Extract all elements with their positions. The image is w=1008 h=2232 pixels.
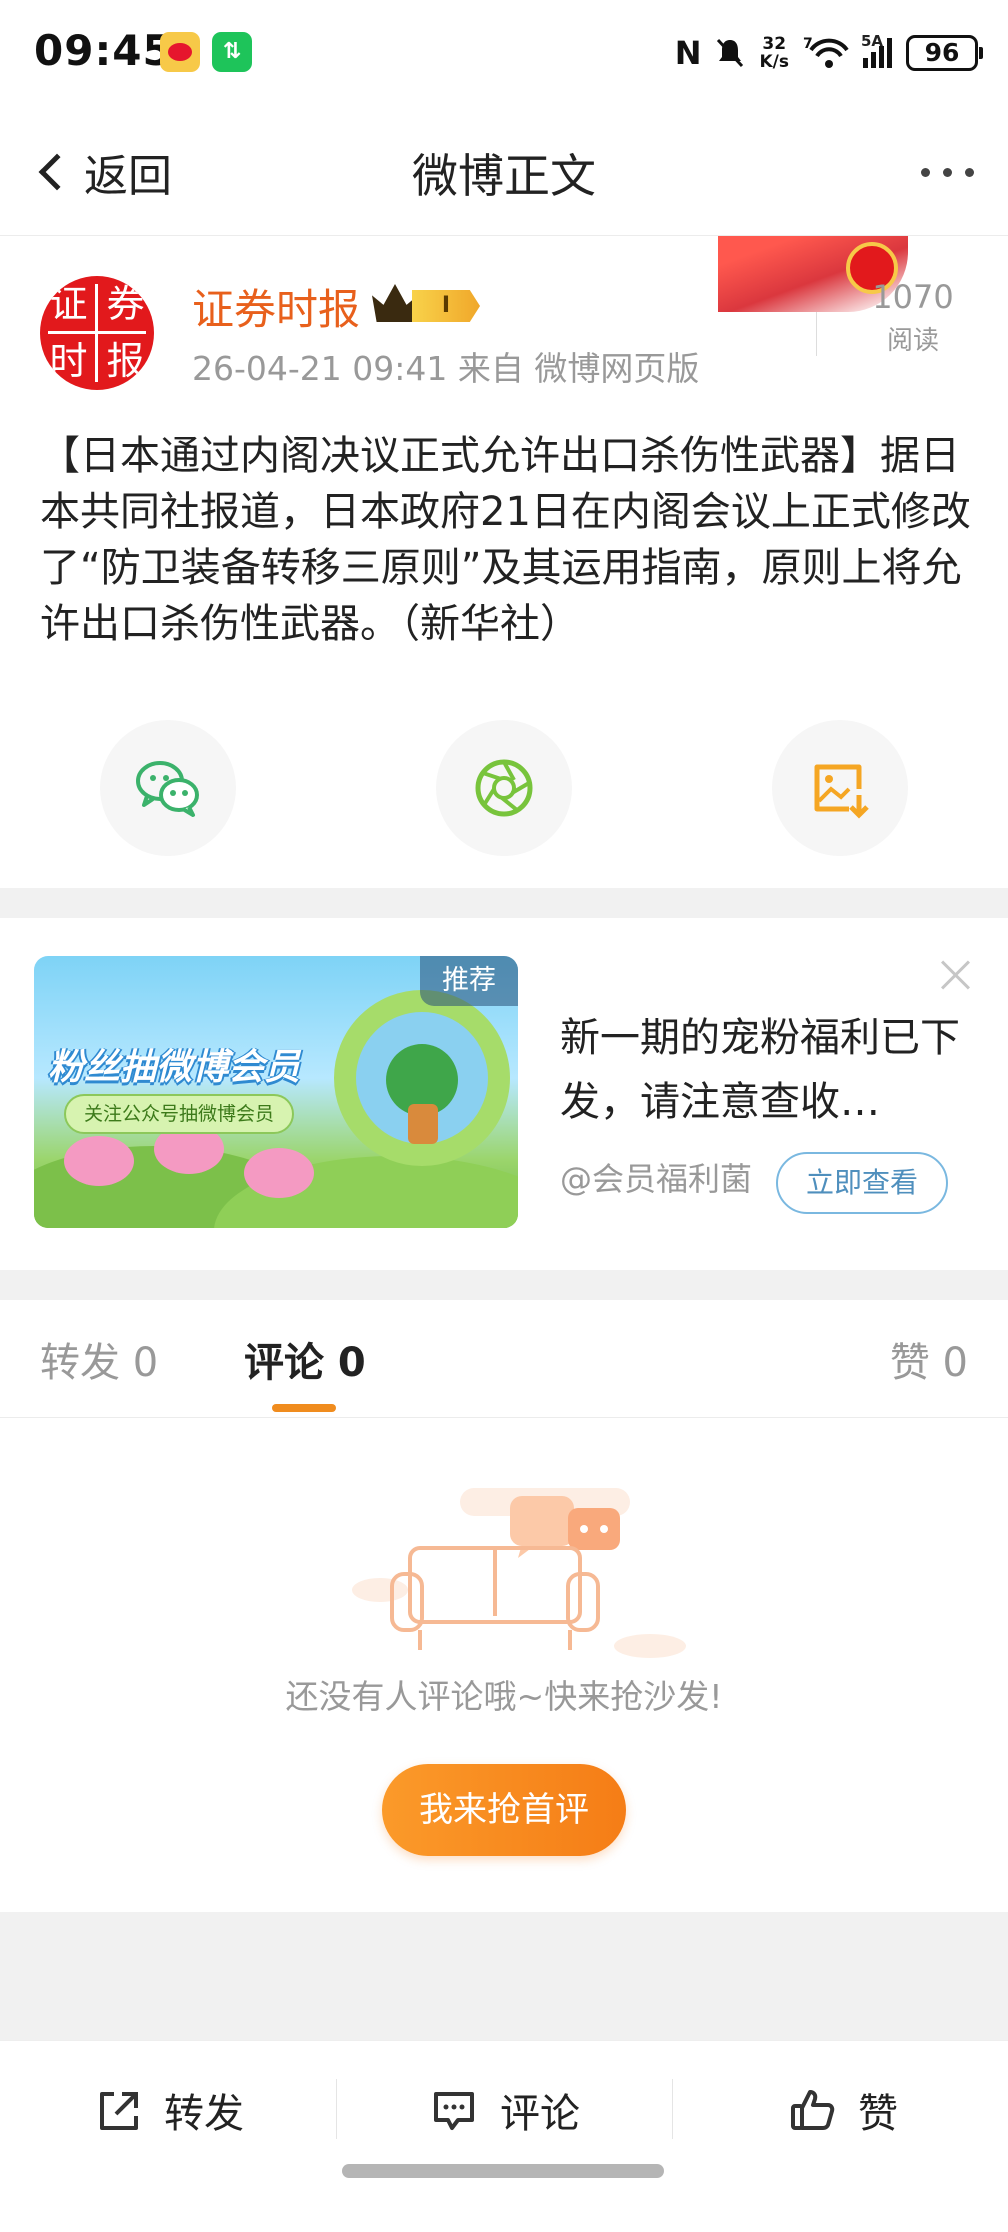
mute-icon <box>717 38 744 68</box>
mascot-trunk <box>408 1104 438 1144</box>
home-indicator[interactable] <box>342 2164 664 2178</box>
read-count: 1070 <box>872 278 954 316</box>
wifi-icon: 7 <box>803 36 849 68</box>
vip-badge[interactable]: I <box>372 284 482 324</box>
ad-pill: 关注公众号抽微博会员 <box>64 1094 294 1134</box>
status-indicators: N 32 K/s 7 5A 96 <box>674 28 983 78</box>
share-row <box>0 720 1008 860</box>
more-dot-icon <box>965 168 974 177</box>
more-dot-icon <box>921 168 930 177</box>
avatar[interactable]: 证 券 时 报 <box>40 276 154 390</box>
nav-bar: 返回 微博正文 <box>0 110 1008 236</box>
first-comment-button[interactable]: 我来抢首评 <box>382 1764 626 1856</box>
wechat-icon <box>136 761 199 817</box>
cell-label: 5A <box>861 32 884 50</box>
divider <box>816 312 817 356</box>
ad-banner-image[interactable]: 粉丝抽微博会员 关注公众号抽微博会员 推荐 <box>34 956 518 1228</box>
interaction-tabs: 转发 0 评论 0 赞 0 <box>0 1300 1008 1418</box>
recommendation-card[interactable]: 粉丝抽微博会员 关注公众号抽微博会员 推荐 新一期的宠粉福利已下发，请注意查收…… <box>0 918 1008 1270</box>
ad-headline: 粉丝抽微博会员 <box>48 1047 301 1088</box>
author-name[interactable]: 证券时报 <box>192 276 360 337</box>
avatar-char: 时 <box>49 339 88 383</box>
share-wechat-button[interactable] <box>100 720 236 856</box>
active-tab-indicator <box>272 1404 336 1412</box>
save-image-icon <box>814 764 869 819</box>
empty-message: 还没有人评论哦~快来抢沙发! <box>285 1677 723 1716</box>
comment-icon <box>434 2092 474 2130</box>
comment-label: 评论 <box>500 2091 580 2137</box>
repost-label: 转发 <box>164 2091 244 2137</box>
avatar-char: 报 <box>106 339 145 383</box>
nfc-icon: N <box>674 34 702 72</box>
weibo-app-icon <box>160 32 200 72</box>
crown-icon <box>372 284 418 322</box>
more-dot-icon <box>943 168 952 177</box>
tab-repost[interactable]: 转发 0 <box>40 1330 158 1388</box>
post-header: 证 券 时 报 证券时报 I 26-04-21 09:41 来自 微博网页版 1… <box>0 236 1008 406</box>
ad-source[interactable]: @会员福利菌 <box>560 1154 752 1200</box>
blossom-tree-decoration <box>244 1148 314 1198</box>
blossom-tree-decoration <box>64 1136 134 1186</box>
avatar-divider <box>95 284 98 382</box>
green-app-icon: ⇅ <box>212 32 252 72</box>
close-icon[interactable] <box>938 958 972 992</box>
status-time: 09:45 <box>34 26 173 75</box>
bottom-action-bar: 转发 评论 赞 <box>0 2040 1008 2232</box>
section-gap <box>0 1912 1008 2040</box>
net-speed-unit: K/s <box>759 52 789 72</box>
ad-text: 新一期的宠粉福利已下发，请注意查收… <box>560 1015 960 1125</box>
avatar-char: 证 <box>49 282 88 326</box>
empty-comments: 还没有人评论哦~快来抢沙发! 我来抢首评 <box>0 1418 1008 1912</box>
page-title: 微博正文 <box>412 149 596 203</box>
like-button[interactable]: 赞 <box>788 2081 898 2139</box>
recommend-tag: 推荐 <box>420 956 518 1006</box>
sofa-illustration-icon <box>352 1488 686 1658</box>
net-speed: 32 K/s <box>759 35 789 71</box>
thumbs-up-icon <box>791 2090 835 2130</box>
section-gap <box>0 1270 1008 1300</box>
moments-icon <box>475 759 533 817</box>
share-arrow-icon <box>100 2092 138 2130</box>
save-image-button[interactable] <box>772 720 908 856</box>
more-button[interactable] <box>921 168 974 177</box>
divider <box>336 2079 337 2139</box>
read-label: 阅读 <box>886 326 939 356</box>
tab-comment[interactable]: 评论 0 <box>244 1330 366 1388</box>
net-speed-value: 32 <box>762 34 787 54</box>
battery-icon: 96 <box>906 35 983 71</box>
status-bar: 09:45 ⇅ N 32 K/s 7 5A 96 <box>0 0 1008 110</box>
comment-button[interactable]: 评论 <box>430 2081 580 2139</box>
share-moments-button[interactable] <box>436 720 572 856</box>
read-count-banner: 1070 阅读 <box>718 236 968 366</box>
avatar-char: 券 <box>106 282 145 326</box>
post-body: 【日本通过内阁决议正式允许出口杀伤性武器】据日本共同社报道，日本政府21日在内阁… <box>40 433 971 647</box>
like-label: 赞 <box>858 2091 898 2137</box>
view-now-button[interactable]: 立即查看 <box>776 1152 948 1214</box>
repost-button[interactable]: 转发 <box>94 2081 244 2139</box>
post-meta: 26-04-21 09:41 来自 微博网页版 <box>192 349 700 388</box>
section-gap <box>0 888 1008 918</box>
divider <box>672 2079 673 2139</box>
signal-icon: 5A <box>861 32 892 68</box>
vip-level: I <box>412 290 480 322</box>
tab-like[interactable]: 赞 0 <box>890 1330 968 1388</box>
